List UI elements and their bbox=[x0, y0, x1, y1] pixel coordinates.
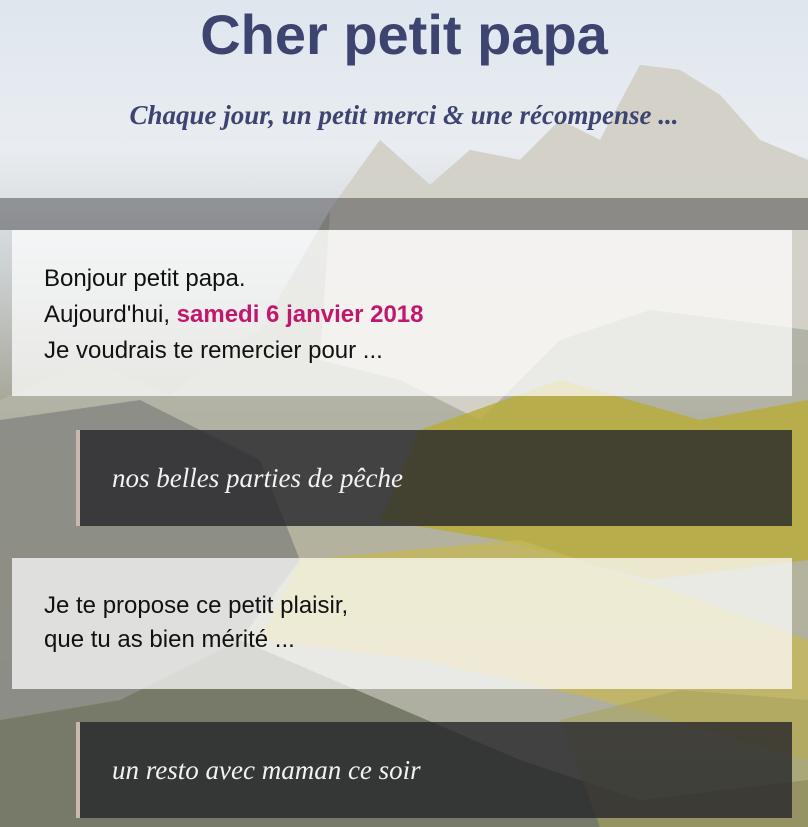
greeting-line: Bonjour petit papa. bbox=[44, 265, 246, 292]
divider-band bbox=[0, 198, 808, 230]
proposal-card: Je te propose ce petit plaisir, que tu a… bbox=[12, 558, 792, 689]
thanks-item-card: nos belles parties de pêche bbox=[76, 430, 792, 526]
date-line: Aujourd'hui, samedi 6 janvier 2018 bbox=[44, 297, 792, 333]
reward-item-text: un resto avec maman ce soir bbox=[112, 754, 421, 785]
page-content: Cher petit papa Chaque jour, un petit me… bbox=[0, 0, 808, 827]
date-highlight: samedi 6 janvier 2018 bbox=[176, 301, 424, 328]
greeting-card: Bonjour petit papa. Aujourd'hui, samedi … bbox=[12, 230, 792, 396]
date-prefix: Aujourd'hui, bbox=[44, 301, 177, 328]
proposal-line-1: Je te propose ce petit plaisir, bbox=[44, 592, 349, 619]
thanks-intro-line: Je voudrais te remercier pour ... bbox=[44, 337, 383, 364]
thanks-item-text: nos belles parties de pêche bbox=[112, 462, 403, 493]
reward-item-card: un resto avec maman ce soir bbox=[76, 722, 792, 818]
proposal-line-2: que tu as bien mérité ... bbox=[44, 626, 295, 653]
page-title: Cher petit papa bbox=[200, 3, 608, 66]
page-subtitle: Chaque jour, un petit merci & une récomp… bbox=[129, 100, 679, 130]
